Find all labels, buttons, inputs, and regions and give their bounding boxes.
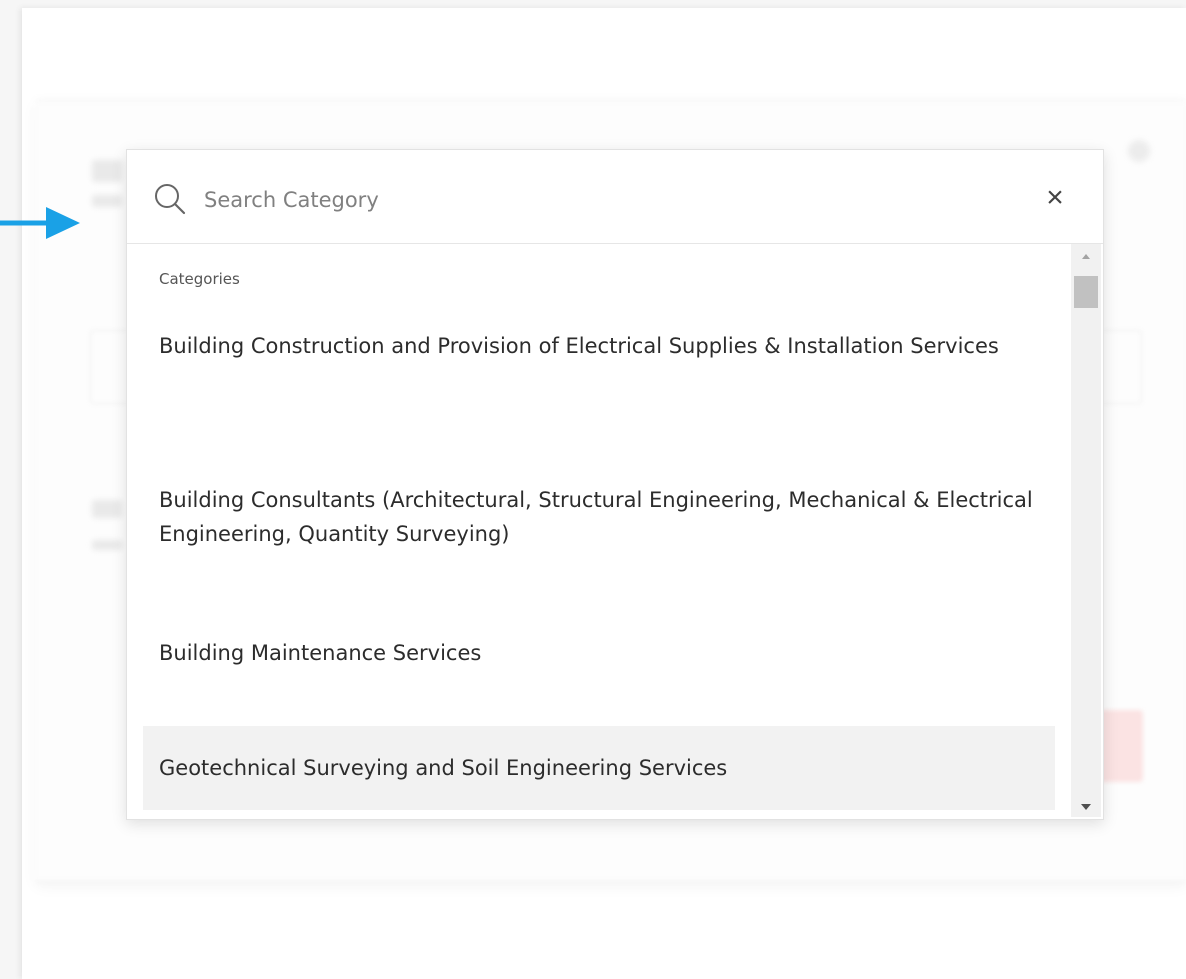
scrollbar-thumb[interactable] bbox=[1074, 276, 1098, 308]
list-item[interactable]: Building Consultants (Architectural, Str… bbox=[143, 483, 1055, 551]
category-list: Categories Building Construction and Pro… bbox=[127, 244, 1103, 819]
list-item[interactable]: Building Maintenance Services bbox=[143, 636, 1055, 670]
background-label-1 bbox=[92, 160, 122, 182]
list-item[interactable]: Building Construction and Provision of E… bbox=[143, 329, 1055, 363]
search-bar: × bbox=[127, 150, 1103, 244]
arrow-right-icon bbox=[0, 207, 80, 239]
background-label-4 bbox=[92, 540, 122, 550]
search-input[interactable] bbox=[204, 180, 1024, 220]
triangle-up-icon[interactable] bbox=[1082, 254, 1090, 259]
scrollbar[interactable] bbox=[1071, 244, 1101, 817]
group-header: Categories bbox=[159, 270, 240, 288]
background-label-2 bbox=[92, 195, 122, 207]
close-icon[interactable]: × bbox=[1039, 182, 1071, 214]
list-item[interactable]: Geotechnical Surveying and Soil Engineer… bbox=[143, 726, 1055, 810]
category-dropdown: × Categories Building Construction and P… bbox=[126, 149, 1104, 820]
background-label-3 bbox=[92, 500, 122, 518]
search-icon bbox=[155, 184, 186, 215]
triangle-down-icon[interactable] bbox=[1081, 804, 1091, 810]
background-close-icon bbox=[1128, 140, 1150, 162]
